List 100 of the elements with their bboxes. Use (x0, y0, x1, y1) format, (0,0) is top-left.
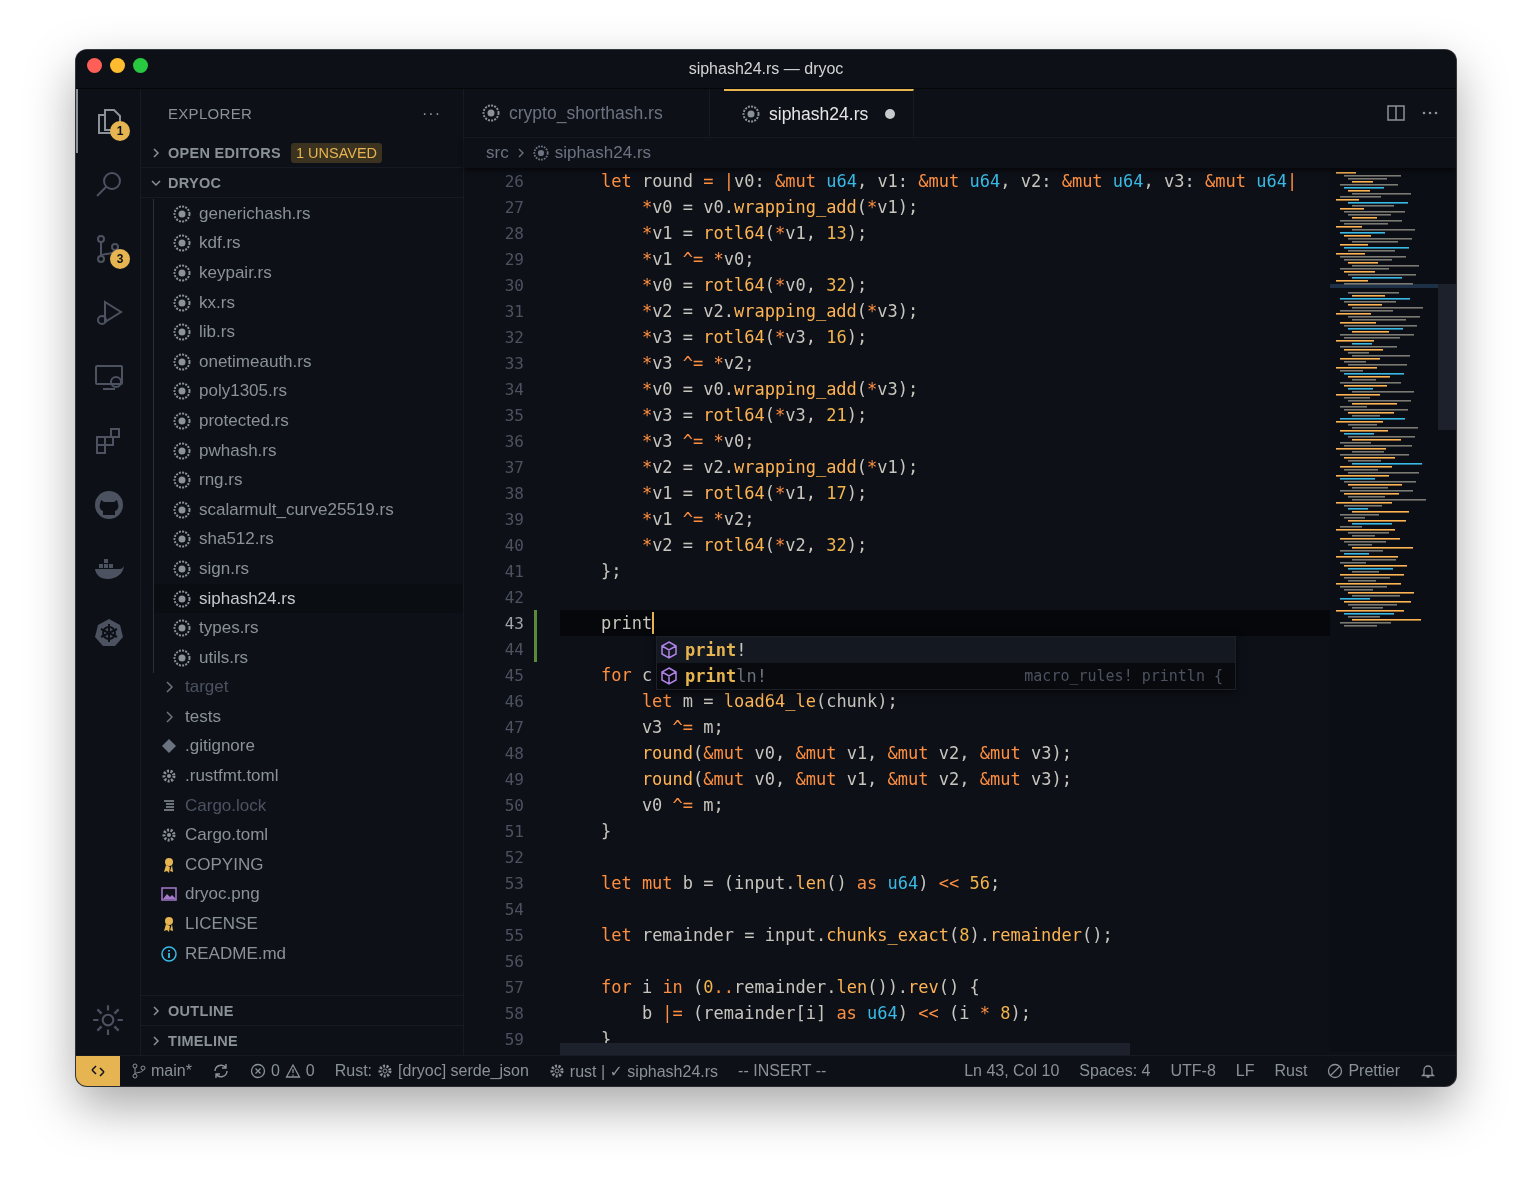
close-window-button[interactable] (87, 58, 102, 73)
info-icon (161, 945, 177, 962)
file-item[interactable]: lib.rs (154, 317, 463, 347)
count-badge: 3 (110, 249, 130, 269)
warning-icon (284, 1063, 301, 1079)
prettier-status[interactable]: Prettier (1327, 1062, 1400, 1080)
editor-tab[interactable]: crypto_shorthash.rs (464, 89, 710, 137)
file-item[interactable]: sha512.rs (154, 524, 463, 555)
file-item[interactable]: siphash24.rs (154, 583, 463, 614)
file-item[interactable]: protected.rs (154, 406, 463, 436)
file-item[interactable]: tests (141, 702, 463, 732)
file-item[interactable]: keypair.rs (154, 258, 463, 288)
code-line: *v1 ^= *v0; (640, 249, 755, 269)
breadcrumb-item[interactable]: src (486, 143, 509, 163)
file-item[interactable]: rng.rs (154, 465, 463, 495)
status-item[interactable]: UTF-8 (1170, 1062, 1216, 1080)
settings-icon[interactable] (91, 1003, 125, 1037)
status-item[interactable]: LF (1235, 1062, 1255, 1080)
remote-button[interactable] (76, 1056, 120, 1086)
minimize-window-button[interactable] (110, 58, 125, 73)
gear-icon (377, 1063, 394, 1079)
file-item[interactable]: .gitignore (141, 731, 463, 762)
analyzer-status[interactable]: rust | ✓ siphash24.rs (548, 1061, 719, 1081)
file-item[interactable]: README.md (141, 938, 463, 969)
code-line: *v0 = v0.wrapping_add(*v3); (640, 379, 919, 399)
section-title: OPEN EDITORS (168, 144, 281, 161)
count-badge: 1 (110, 121, 130, 141)
code-line: *v1 = rotl64(*v1, 13); (640, 223, 868, 243)
status-item[interactable]: Spaces: 4 (1079, 1062, 1151, 1080)
line-number: 41 (503, 561, 524, 581)
editor-tab[interactable]: siphash24.rs (724, 89, 915, 137)
file-item[interactable]: dryoc.png (141, 879, 463, 910)
section-header[interactable]: OPEN EDITORS 1 UNSAVED (141, 138, 463, 168)
activity-bar-item[interactable]: 3 (76, 217, 140, 281)
file-item[interactable]: pwhash.rs (154, 435, 463, 466)
file-item[interactable]: LICENSE (141, 909, 463, 939)
line-number: 45 (503, 665, 524, 685)
zoom-window-button[interactable] (133, 58, 148, 73)
prohibited-icon (1327, 1063, 1344, 1079)
file-item[interactable]: generichash.rs (154, 199, 463, 229)
line-number: 34 (503, 379, 524, 399)
problems-status[interactable]: 0 0 (249, 1062, 315, 1080)
line-number: 32 (503, 327, 524, 347)
split-editor-icon[interactable] (1386, 103, 1406, 123)
file-item[interactable]: utils.rs (154, 642, 463, 673)
lines-icon (161, 797, 177, 814)
status-item[interactable]: Ln 43, Col 10 (964, 1062, 1060, 1080)
cog-file-icon (173, 264, 191, 282)
code-line: *v2 = rotl64(*v2, 32); (640, 535, 868, 555)
bell-icon[interactable] (1420, 1063, 1436, 1079)
line-number: 30 (503, 275, 524, 295)
file-item[interactable]: sign.rs (154, 554, 463, 584)
status-item[interactable]: Rust (1274, 1062, 1308, 1080)
file-item[interactable]: types.rs (154, 613, 463, 643)
line-number: 28 (503, 223, 524, 243)
cog-file-icon (173, 500, 191, 519)
cat-circle-icon (93, 489, 125, 521)
line-number: 38 (503, 483, 524, 503)
file-item[interactable]: Cargo.toml (141, 820, 463, 851)
section-header[interactable]: TIMELINE (141, 1025, 463, 1055)
code-line: for i in (0..remainder.len()).rev() { (599, 977, 980, 997)
file-item[interactable]: COPYING (141, 850, 463, 880)
branch-icon (132, 1063, 146, 1079)
file-item[interactable]: poly1305.rs (154, 376, 463, 407)
file-item[interactable]: onetimeauth.rs (154, 346, 463, 377)
breadcrumb-item[interactable]: siphash24.rs (554, 143, 652, 163)
cog-file-icon (173, 411, 191, 430)
line-number: 43 (503, 613, 524, 633)
minimap-drawing[interactable] (1330, 168, 1456, 1052)
file-item[interactable]: scalarmult_curve25519.rs (154, 494, 463, 525)
code-line: *v3 ^= *v2; (640, 353, 755, 373)
suggestion-item[interactable]: println! macro_rules! println { (657, 663, 1235, 689)
more-actions-button[interactable]: ··· (422, 104, 441, 123)
rust-status[interactable]: Rust: [dryoc] serde_json (334, 1062, 529, 1080)
file-item[interactable]: .rustfmt.toml (141, 761, 463, 791)
cog-file-icon (482, 104, 500, 122)
activity-bar-item[interactable]: 1 (76, 89, 140, 153)
cog-file-icon (173, 323, 191, 342)
chevron-icon (150, 1034, 162, 1047)
line-number: 44 (503, 639, 524, 659)
line-number: 39 (503, 509, 524, 529)
code-line: *v2 = v2.wrapping_add(*v3); (640, 301, 919, 321)
code-line: *v0 = v0.wrapping_add(*v1); (640, 197, 919, 217)
suggestion-item[interactable]: print! (657, 637, 1235, 663)
cog-file-icon (173, 530, 191, 549)
section-header[interactable]: OUTLINE (141, 995, 463, 1025)
file-item[interactable]: kx.rs (154, 287, 463, 318)
code-line: *v2 = v2.wrapping_add(*v1); (640, 457, 919, 477)
line-number: 36 (503, 431, 524, 451)
branch-status[interactable]: main* (132, 1062, 192, 1080)
line-number: 42 (503, 587, 524, 607)
file-item[interactable]: kdf.rs (154, 228, 463, 259)
cog-file-icon (173, 559, 191, 578)
project-header[interactable]: DRYOC (141, 168, 463, 198)
sync-icon[interactable] (211, 1062, 230, 1080)
code-line: *v1 ^= *v2; (640, 509, 755, 529)
code-line: *v3 = rotl64(*v3, 16); (640, 327, 868, 347)
line-number: 26 (503, 171, 524, 191)
code-line: *v3 = rotl64(*v3, 21); (640, 405, 868, 425)
line-number: 55 (503, 925, 524, 945)
